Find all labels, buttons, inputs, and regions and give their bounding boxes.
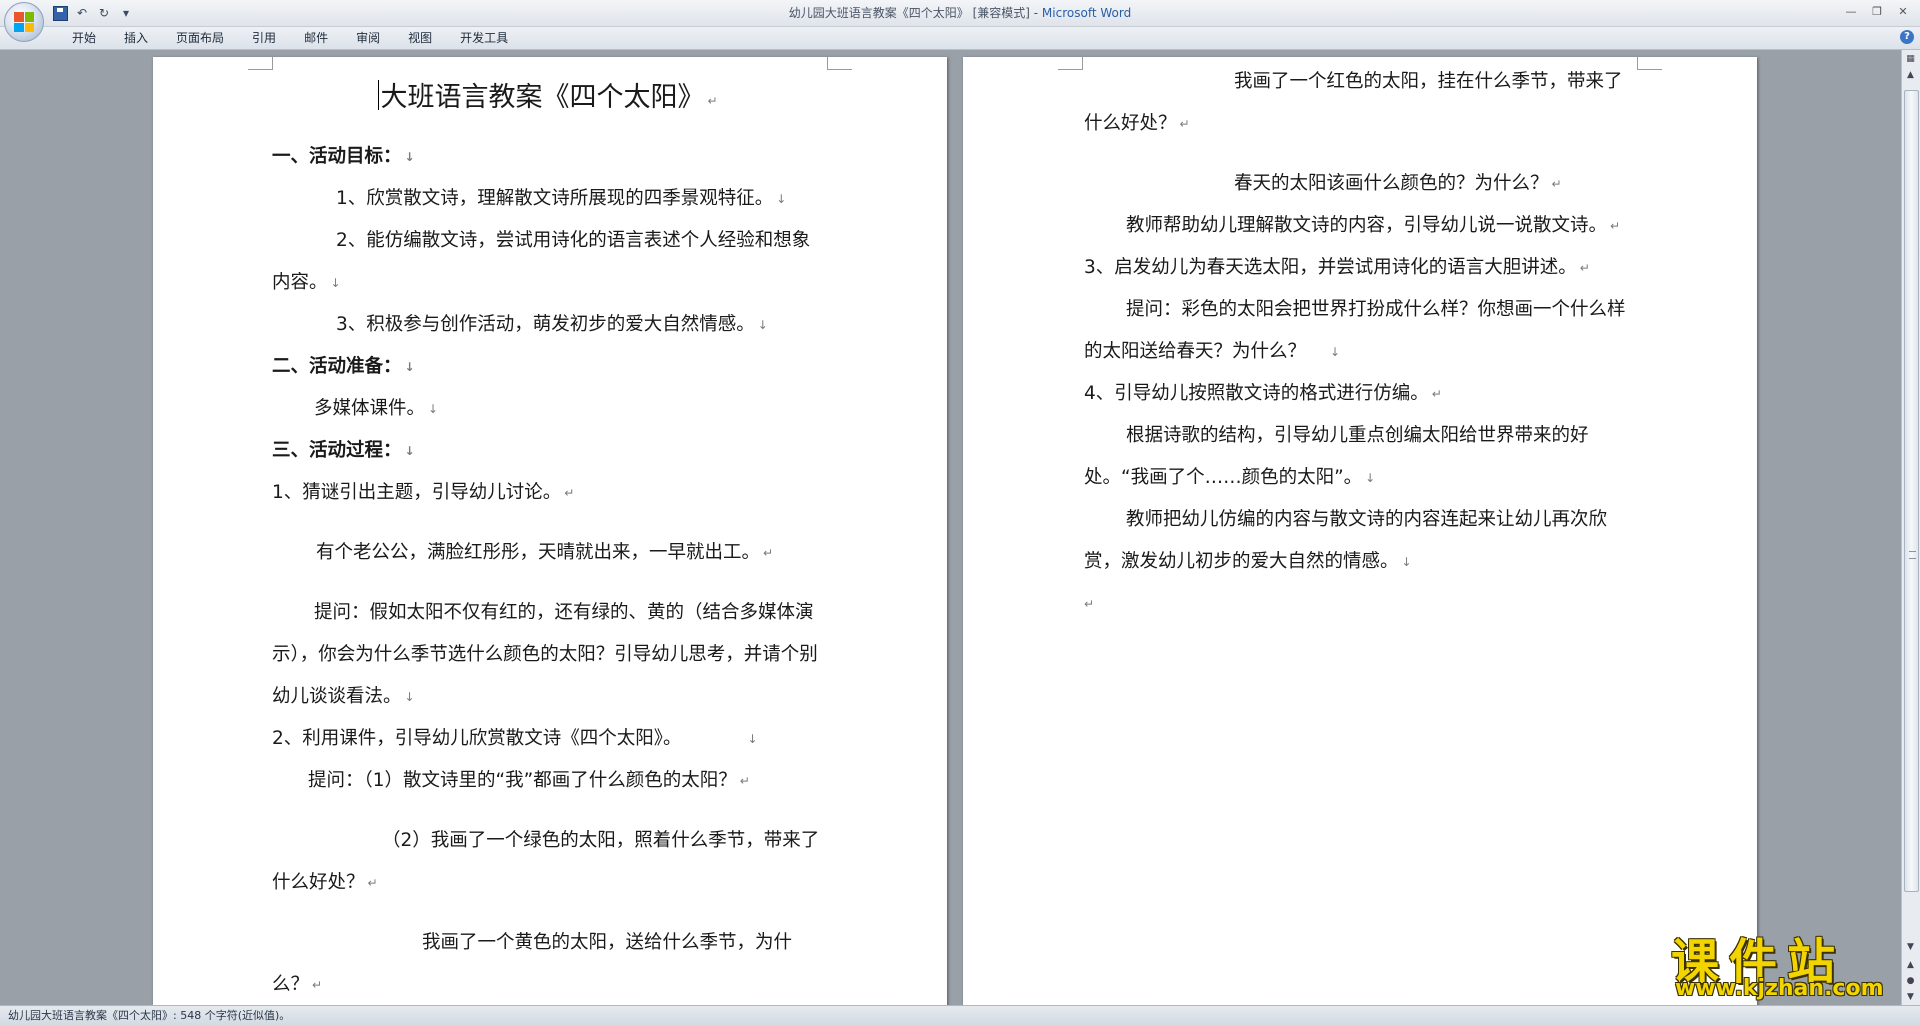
paragraph[interactable]: 教师把幼儿仿编的内容与散文诗的内容连起来让幼儿再次欣赏，激发幼儿初步的爱大自然的…	[1084, 499, 1636, 583]
window-title: 幼儿园大班语言教案《四个太阳》 [兼容模式] - Microsoft Word	[0, 4, 1920, 21]
minimize-icon[interactable]: —	[1840, 2, 1862, 20]
ribbon-tabs: 开始 插入 页面布局 引用 邮件 审阅 视图 开发工具	[58, 30, 522, 46]
crop-mark	[1637, 57, 1662, 70]
scroll-up-icon[interactable]: ▲	[1903, 68, 1918, 83]
previous-page-icon[interactable]: ▲	[1903, 958, 1918, 973]
ribbon-tab-bar: 开始 插入 页面布局 引用 邮件 审阅 视图 开发工具 ?	[0, 27, 1920, 50]
scrollbar-thumb[interactable]	[1904, 90, 1919, 892]
paragraph[interactable]: 我画了一个红色的太阳，挂在什么季节，带来了什么好处？ ↵	[1084, 61, 1636, 145]
paragraph[interactable]: 1、猜谜引出主题，引导幼儿讨论。 ↵	[272, 472, 824, 514]
crop-mark	[248, 57, 273, 70]
next-page-icon[interactable]: ▼	[1903, 990, 1918, 1005]
crop-mark	[1058, 57, 1083, 70]
tab-references[interactable]: 引用	[238, 30, 290, 46]
office-logo-icon	[14, 12, 34, 32]
ruler-toggle-icon[interactable]: ▦	[1903, 52, 1918, 67]
paragraph[interactable]: 3、启发幼儿为春天选太阳，并尝试用诗化的语言大胆讲述。 ↵	[1084, 247, 1636, 289]
paragraph[interactable]: 三、活动过程： ↓	[272, 430, 824, 472]
tab-view[interactable]: 视图	[394, 30, 446, 46]
select-browse-object-icon[interactable]: ●	[1903, 974, 1918, 989]
document-title: 幼儿园大班语言教案《四个太阳》 [兼容模式] -	[788, 6, 1042, 20]
paragraph[interactable]: 根据诗歌的结构，引导幼儿重点创编太阳给世界带来的好处。“我画了个……颜色的太阳”…	[1084, 415, 1636, 499]
close-icon[interactable]: ✕	[1892, 2, 1914, 20]
office-button[interactable]	[4, 2, 44, 42]
paragraph[interactable]: 提问：彩色的太阳会把世界打扮成什么样？你想画一个什么样的太阳送给春天？为什么？ ↓	[1084, 289, 1636, 373]
site-watermark: 课件站 www.kjzhan.com	[1665, 922, 1905, 1004]
page-2-content[interactable]: 我画了一个红色的太阳，挂在什么季节，带来了什么好处？ ↵ 春天的太阳该画什么颜色的…	[1084, 61, 1636, 625]
scroll-down-icon[interactable]: ▼	[1903, 940, 1918, 955]
document-page-1[interactable]: 大班语言教案《四个太阳》 ↵ 一、活动目标： ↓ 1、欣赏散文诗，理解散文诗所展现的…	[153, 57, 947, 1017]
paragraph[interactable]: 我画了一个黄色的太阳，送给什么季节，为什么？ ↵	[272, 922, 824, 1006]
tab-insert[interactable]: 插入	[110, 30, 162, 46]
tab-developer[interactable]: 开发工具	[446, 30, 522, 46]
paragraph[interactable]: 春天的太阳该画什么颜色的？为什么？ ↵	[1084, 163, 1636, 205]
paragraph[interactable]: 2、能仿编散文诗，尝试用诗化的语言表述个人经验和想象内容。 ↓	[272, 220, 824, 304]
paragraph[interactable]: 二、活动准备： ↓	[272, 346, 824, 388]
vertical-scrollbar[interactable]: ▦ ▲ ▼ ▲ ● ▼	[1901, 50, 1920, 1005]
status-bar: 幼儿园大班语言教案《四个太阳》: 548 个字符(近似值)。	[0, 1005, 1920, 1026]
app-name: Microsoft Word	[1041, 6, 1132, 20]
restore-icon[interactable]: ❐	[1866, 2, 1888, 20]
tab-home[interactable]: 开始	[58, 30, 110, 46]
crop-mark	[827, 57, 852, 70]
paragraph[interactable]: 多媒体课件。 ↓	[272, 388, 824, 430]
help-icon[interactable]: ?	[1900, 30, 1914, 44]
paragraph[interactable]: 2、利用课件，引导幼儿欣赏散文诗《四个太阳》。 ↓	[272, 718, 824, 760]
paragraph[interactable]: 提问：假如太阳不仅有红的，还有绿的、黄的（结合多媒体演示），你会为什么季节选什么…	[272, 592, 824, 718]
window-controls: — ❐ ✕	[1840, 2, 1914, 20]
paragraph[interactable]: 4、引导幼儿按照散文诗的格式进行仿编。 ↵	[1084, 373, 1636, 415]
page-1-content[interactable]: 大班语言教案《四个太阳》 ↵ 一、活动目标： ↓ 1、欣赏散文诗，理解散文诗所展现的…	[272, 61, 824, 1006]
word-count-status[interactable]: 幼儿园大班语言教案《四个太阳》: 548 个字符(近似值)。	[8, 1006, 290, 1026]
tab-page-layout[interactable]: 页面布局	[162, 30, 238, 46]
paragraph[interactable]: 3、积极参与创作活动，萌发初步的爱大自然情感。 ↓	[272, 304, 824, 346]
tab-mailings[interactable]: 邮件	[290, 30, 342, 46]
paragraph[interactable]: 有个老公公，满脸红彤彤，天晴就出来，一早就出工。 ↵	[272, 532, 824, 574]
paragraph[interactable]: 1、欣赏散文诗，理解散文诗所展现的四季景观特征。 ↓	[272, 178, 824, 220]
paragraph[interactable]: 教师帮助幼儿理解散文诗的内容，引导幼儿说一说散文诗。 ↵	[1084, 205, 1636, 247]
paragraph[interactable]: 提问：（1）散文诗里的“我”都画了什么颜色的太阳？ ↵	[272, 760, 824, 802]
document-heading[interactable]: 大班语言教案《四个太阳》 ↵	[272, 67, 824, 132]
paragraph[interactable]: （2）我画了一个绿色的太阳，照着什么季节，带来了什么好处？ ↵	[272, 820, 824, 904]
title-bar: ↶ ↻ ▾ 幼儿园大班语言教案《四个太阳》 [兼容模式] - Microsoft…	[0, 0, 1920, 42]
document-page-2[interactable]: 我画了一个红色的太阳，挂在什么季节，带来了什么好处？ ↵ 春天的太阳该画什么颜色的…	[963, 57, 1757, 1017]
empty-paragraph[interactable]: ↵	[1084, 583, 1636, 625]
watermark-url: www.kjzhan.com	[1675, 976, 1884, 1001]
document-area[interactable]: 大班语言教案《四个太阳》 ↵ 一、活动目标： ↓ 1、欣赏散文诗，理解散文诗所展现的…	[0, 50, 1900, 1017]
tab-review[interactable]: 审阅	[342, 30, 394, 46]
paragraph[interactable]: 一、活动目标： ↓	[272, 136, 824, 178]
